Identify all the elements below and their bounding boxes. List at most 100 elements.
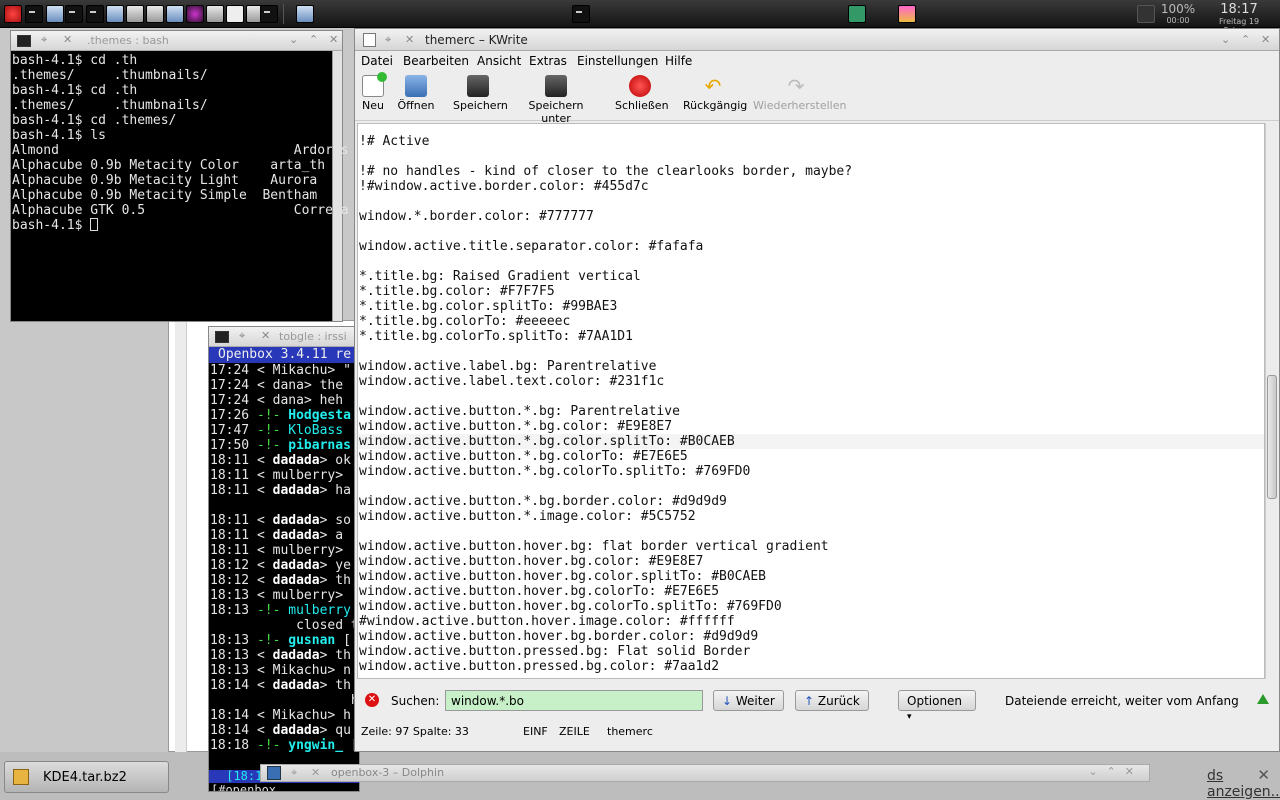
irssi-body[interactable]: Openbox 3.4.11 re 17:24 < Mikachu> " 17:2… bbox=[209, 347, 359, 791]
find-prev-button[interactable]: ↑ Zurück bbox=[795, 690, 869, 711]
close-icon[interactable]: ✕ bbox=[1257, 766, 1270, 784]
editor-scrollbar[interactable] bbox=[1265, 123, 1277, 679]
pin-icon[interactable]: ⌖ bbox=[41, 33, 47, 47]
minimize-icon[interactable]: ⌄ bbox=[289, 33, 298, 46]
irssi-messages: 17:24 < Mikachu> " 17:24 < dana> the 17:24… bbox=[209, 363, 359, 753]
terminal-output[interactable]: bash-4.1$ cd .th .themes/ .thumbnails/bas… bbox=[11, 51, 349, 319]
chart-task-icon[interactable] bbox=[848, 5, 866, 23]
close-x-icon[interactable]: ✕ bbox=[311, 766, 320, 779]
window-launcher-icon[interactable] bbox=[206, 5, 224, 23]
terminal-line: .themes/ .thumbnails/ bbox=[12, 68, 208, 83]
menu-ansicht[interactable]: Ansicht bbox=[477, 54, 521, 68]
find-label: Suchen: bbox=[391, 694, 440, 708]
terminal-scrollbar[interactable] bbox=[332, 51, 342, 321]
taskbar-item[interactable]: KDE4.tar.bz2 bbox=[4, 761, 169, 793]
browser-launcher-icon[interactable] bbox=[4, 5, 22, 23]
open-button[interactable]: Öffnen bbox=[397, 75, 435, 112]
minimize-icon[interactable]: ⌄ bbox=[1221, 33, 1230, 46]
find-next-button[interactable]: ↓ Weiter bbox=[713, 690, 784, 711]
redo-button[interactable]: ↷ Wiederherstellen bbox=[753, 75, 846, 112]
editor-line: window.active.button.*.bg: Parentrelativ… bbox=[359, 404, 680, 419]
terminal-window[interactable]: ⌖ ✕ .themes : bash ⌄ ⌃ ✕ bash-4.1$ cd .t… bbox=[10, 30, 349, 322]
save-as-button[interactable]: Speichern unter bbox=[517, 75, 595, 125]
editor-launcher-icon[interactable] bbox=[226, 5, 244, 23]
close-find-icon[interactable]: ✕ bbox=[365, 693, 379, 707]
kwrite-titlebar[interactable]: ⌖ ✕ themerc – KWrite ⌄ ⌃ ✕ bbox=[355, 29, 1279, 51]
window-launcher-icon[interactable] bbox=[126, 5, 144, 23]
editor-line: window.*.border.color: #777777 bbox=[359, 209, 594, 224]
undo-button[interactable]: ↶ Rückgängig bbox=[683, 75, 747, 112]
dolphin-window-titlebar[interactable]: ⌖ ✕ openbox-3 – Dolphin ⌄⌃✕ bbox=[260, 764, 1150, 782]
window-launcher-icon[interactable] bbox=[166, 5, 184, 23]
new-button[interactable]: Neu bbox=[361, 72, 387, 112]
irssi-message: 18:14 < dadada> qu bbox=[209, 723, 359, 738]
terminal-launcher-icon[interactable] bbox=[65, 5, 83, 23]
menu-bearbeiten[interactable]: Bearbeiten bbox=[403, 54, 469, 68]
irssi-message: hi bbox=[209, 693, 359, 708]
pin-icon[interactable]: ⌖ bbox=[239, 329, 245, 343]
message-prefix: -!- bbox=[249, 423, 289, 438]
terminal-line: bash-4.1$ cd .th bbox=[12, 53, 138, 68]
close-icon[interactable]: ✕ bbox=[1261, 33, 1270, 46]
irssi-message: 18:11 < mulberry> bbox=[209, 543, 359, 558]
terminal-line: Alphacube 0.9b Metacity Light Aurora bbox=[12, 173, 318, 188]
terminal-task-icon[interactable] bbox=[572, 5, 590, 23]
status-bar: Zeile: 97 Spalte: 33 EINF ZEILE themerc bbox=[355, 722, 1279, 742]
window-launcher-icon[interactable] bbox=[146, 5, 164, 23]
irssi-message: 18:13 < dadada> th bbox=[209, 648, 359, 663]
save-as-label: Speichern unter bbox=[528, 99, 584, 125]
media-launcher-icon[interactable] bbox=[186, 5, 204, 23]
close-document-button[interactable]: Schließen bbox=[615, 75, 669, 112]
close-x-icon[interactable]: ✕ bbox=[63, 33, 72, 46]
message-time: 17:47 bbox=[210, 423, 250, 438]
maximize-icon[interactable]: ⌃ bbox=[1241, 33, 1250, 46]
pin-icon[interactable]: ⌖ bbox=[385, 33, 391, 47]
selection-mode[interactable]: ZEILE bbox=[559, 725, 590, 738]
kwrite-window[interactable]: ⌖ ✕ themerc – KWrite ⌄ ⌃ ✕ Datei Bearbei… bbox=[354, 28, 1280, 752]
editor-line: window.active.button.pressed.bg: Flat so… bbox=[359, 644, 751, 659]
terminal-launcher-icon[interactable] bbox=[86, 5, 104, 23]
archive-task-icon[interactable] bbox=[898, 5, 916, 23]
irssi-window[interactable]: ⌖ ✕ tobgle : irssi Openbox 3.4.11 re 17:… bbox=[208, 326, 360, 792]
options-button[interactable]: Optionen ▾ bbox=[898, 690, 976, 722]
tray-icon[interactable] bbox=[1137, 5, 1155, 23]
save-button[interactable]: Speichern bbox=[453, 75, 508, 112]
file-manager-launcher-icon[interactable] bbox=[46, 5, 64, 23]
find-input[interactable] bbox=[445, 690, 703, 711]
terminal-titlebar[interactable]: ⌖ ✕ .themes : bash ⌄ ⌃ ✕ bbox=[11, 31, 342, 51]
terminal-launcher-icon[interactable] bbox=[260, 5, 278, 23]
scrollbar-thumb[interactable] bbox=[1267, 375, 1277, 499]
message-text: > ye bbox=[319, 558, 351, 573]
window-launcher-icon[interactable] bbox=[106, 5, 124, 23]
volume-indicator[interactable]: 100% 00:00 bbox=[1156, 2, 1200, 25]
text-editor[interactable]: !# Active !# no handles - kind of closer … bbox=[357, 123, 1265, 679]
menu-datei[interactable]: Datei bbox=[361, 54, 393, 68]
close-icon[interactable]: ✕ bbox=[329, 33, 338, 46]
close-x-icon[interactable]: ✕ bbox=[261, 329, 270, 342]
irssi-input[interactable]: [#openbox bbox=[209, 783, 359, 791]
message-nick: mulberry bbox=[272, 468, 336, 483]
pin-icon[interactable]: ⌖ bbox=[291, 766, 297, 780]
message-nick: mulberry bbox=[272, 543, 336, 558]
panel-separator bbox=[283, 4, 284, 24]
window-buttons[interactable]: ⌄⌃✕ bbox=[1088, 765, 1143, 778]
message-time: 17:50 bbox=[210, 438, 250, 453]
menu-hilfe[interactable]: Hilfe bbox=[665, 54, 692, 68]
file-manager-task-icon[interactable] bbox=[296, 5, 314, 23]
menu-einstellungen[interactable]: Einstellungen bbox=[577, 54, 658, 68]
terminal-prompt[interactable]: bash-4.1$ bbox=[12, 218, 332, 233]
message-time: 18:13 bbox=[210, 588, 250, 603]
insert-mode[interactable]: EINF bbox=[523, 725, 548, 738]
irssi-message: 18:11 < dadada> ha bbox=[209, 483, 359, 498]
terminal-line: Alphacube GTK 0.5 Correca bbox=[12, 203, 349, 218]
save-label: Speichern bbox=[453, 99, 508, 112]
maximize-icon[interactable]: ⌃ bbox=[309, 33, 318, 46]
close-x-icon[interactable]: ✕ bbox=[405, 33, 414, 46]
irssi-titlebar[interactable]: ⌖ ✕ tobgle : irssi bbox=[209, 327, 359, 347]
terminal-launcher-icon[interactable] bbox=[25, 5, 43, 23]
message-time: 18:11 bbox=[210, 483, 250, 498]
message-time: 18:11 bbox=[210, 513, 250, 528]
menu-extras[interactable]: Extras bbox=[529, 54, 567, 68]
editor-line: window.active.title.separator.color: #fa… bbox=[359, 239, 704, 254]
